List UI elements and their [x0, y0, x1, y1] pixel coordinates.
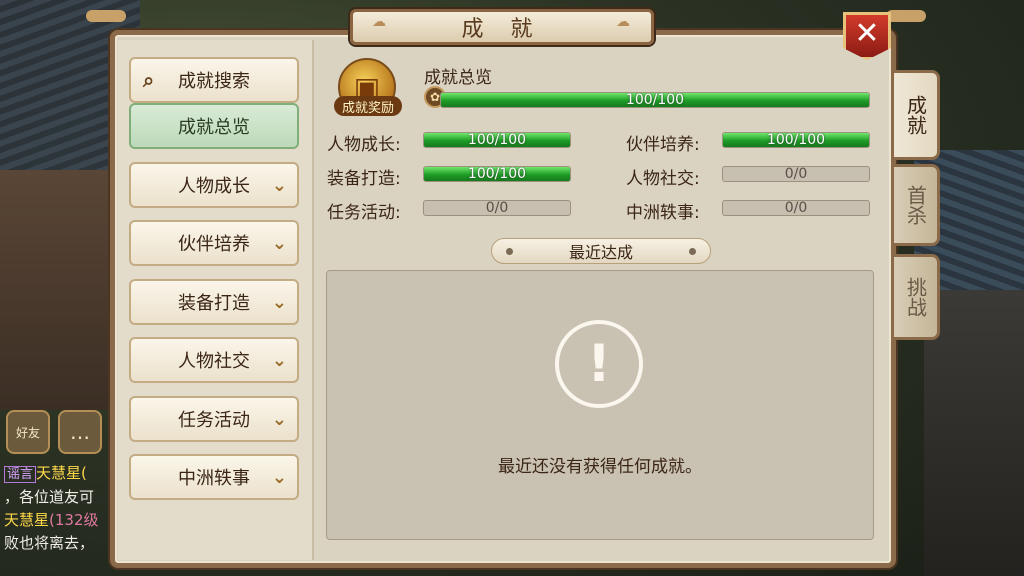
friend-label: 好友 [15, 425, 40, 440]
recent-header-label: 最近达成 [568, 243, 633, 262]
title-text: 成 就 [461, 17, 543, 42]
menu-item-label: 装备打造 [178, 293, 250, 314]
rivet-icon [506, 248, 513, 255]
chat-shortcuts: 好友 … [6, 410, 102, 454]
progress-text: 100/100 [467, 132, 527, 148]
stat-progress-bar: 100/100 [423, 166, 571, 182]
tab-challenge[interactable]: 挑战 [894, 254, 940, 340]
cloud-ornament-icon: ☁ [372, 14, 386, 30]
stat-progress-bar: 0/0 [423, 200, 571, 216]
menu-item-label: 中洲轶事 [178, 468, 250, 489]
menu-item-label: 伙伴培养 [178, 234, 250, 255]
tab-label: 挑战 [903, 277, 928, 317]
exclamation-icon: ! [555, 320, 643, 408]
corner-ornament-left [86, 10, 126, 22]
rivet-icon [689, 248, 696, 255]
tab-achievements[interactable]: 成就 [894, 70, 940, 160]
chevron-down-icon: ⌄ [271, 175, 287, 196]
chat-line: ，各位道友可 [4, 486, 124, 509]
chat-level: (132级 [49, 511, 99, 529]
reward-label: 成就奖励 [341, 100, 394, 116]
progress-text: 0/0 [784, 166, 808, 182]
menu-item-overview[interactable]: 成就总览 [129, 103, 299, 149]
menu-item-label: 成就总览 [178, 117, 250, 138]
chevron-down-icon: ⌄ [271, 409, 287, 430]
stat-label: 任务活动: [327, 203, 401, 223]
chat-bubble-icon[interactable]: … [58, 410, 102, 454]
stat-progress-bar: 0/0 [722, 200, 870, 216]
stat-label: 人物成长: [327, 135, 401, 155]
menu-item-label: 任务活动 [178, 410, 250, 431]
chat-sender: 天慧星 [4, 511, 50, 529]
progress-text: 100/100 [625, 92, 685, 108]
chat-log[interactable]: 谣言 天慧星( ，各位道友可 天慧星(132级 败也将离去， [4, 462, 124, 555]
stat-progress-bar: 100/100 [722, 132, 870, 148]
chat-sender: 天慧星( [36, 464, 87, 482]
menu-item-anecdotes[interactable]: 中洲轶事 ⌄ [129, 454, 299, 500]
menu-item-growth[interactable]: 人物成长 ⌄ [129, 162, 299, 208]
progress-text: 100/100 [467, 166, 527, 182]
overview-title: 成就总览 [424, 68, 492, 88]
background-building-left [0, 170, 120, 410]
chat-text: 败也将离去， [4, 534, 95, 552]
search-label: 成就搜索 [178, 71, 250, 92]
tab-label: 首杀 [903, 185, 928, 225]
chevron-down-icon: ⌄ [271, 350, 287, 371]
tab-first-kill[interactable]: 首杀 [894, 164, 940, 246]
close-icon: ✕ [854, 15, 880, 51]
total-progress-bar: 100/100 [440, 92, 870, 108]
chevron-down-icon: ⌄ [271, 233, 287, 254]
chat-text: ，各位道友可 [4, 488, 95, 506]
menu-item-social[interactable]: 人物社交 ⌄ [129, 337, 299, 383]
achievement-reward-button[interactable]: 成就奖励 [334, 96, 402, 116]
search-icon: ⌕ [143, 68, 155, 92]
stat-progress-bar: 0/0 [722, 166, 870, 182]
search-button[interactable]: ⌕ 成就搜索 [129, 57, 299, 103]
menu-item-label: 人物社交 [178, 351, 250, 372]
progress-text: 100/100 [766, 132, 826, 148]
chat-line: 谣言 天慧星( [4, 462, 124, 486]
menu-item-label: 人物成长 [178, 176, 250, 197]
stat-label: 人物社交: [626, 169, 700, 189]
tab-label: 成就 [903, 95, 928, 135]
stat-label: 装备打造: [327, 169, 401, 189]
chat-line: 败也将离去， [4, 532, 124, 555]
panel-title: 成 就 [350, 9, 654, 45]
progress-text: 0/0 [485, 200, 509, 216]
recent-achievements-header: 最近达成 [491, 238, 711, 264]
chat-line: 天慧星(132级 [4, 509, 124, 532]
menu-item-equipment[interactable]: 装备打造 ⌄ [129, 279, 299, 325]
chat-channel-tag: 谣言 [4, 466, 37, 483]
friend-icon[interactable]: 好友 [6, 410, 50, 454]
menu-item-partner[interactable]: 伙伴培养 ⌄ [129, 220, 299, 266]
corner-ornament-right [886, 10, 926, 22]
stat-label: 中洲轶事: [626, 203, 700, 223]
progress-text: 0/0 [784, 200, 808, 216]
cloud-ornament-icon: ☁ [616, 14, 630, 30]
chevron-down-icon: ⌄ [271, 467, 287, 488]
stat-label: 伙伴培养: [626, 135, 700, 155]
stat-progress-bar: 100/100 [423, 132, 571, 148]
chevron-down-icon: ⌄ [271, 292, 287, 313]
menu-item-quests[interactable]: 任务活动 ⌄ [129, 396, 299, 442]
empty-message: 最近还没有获得任何成就。 [498, 457, 702, 477]
